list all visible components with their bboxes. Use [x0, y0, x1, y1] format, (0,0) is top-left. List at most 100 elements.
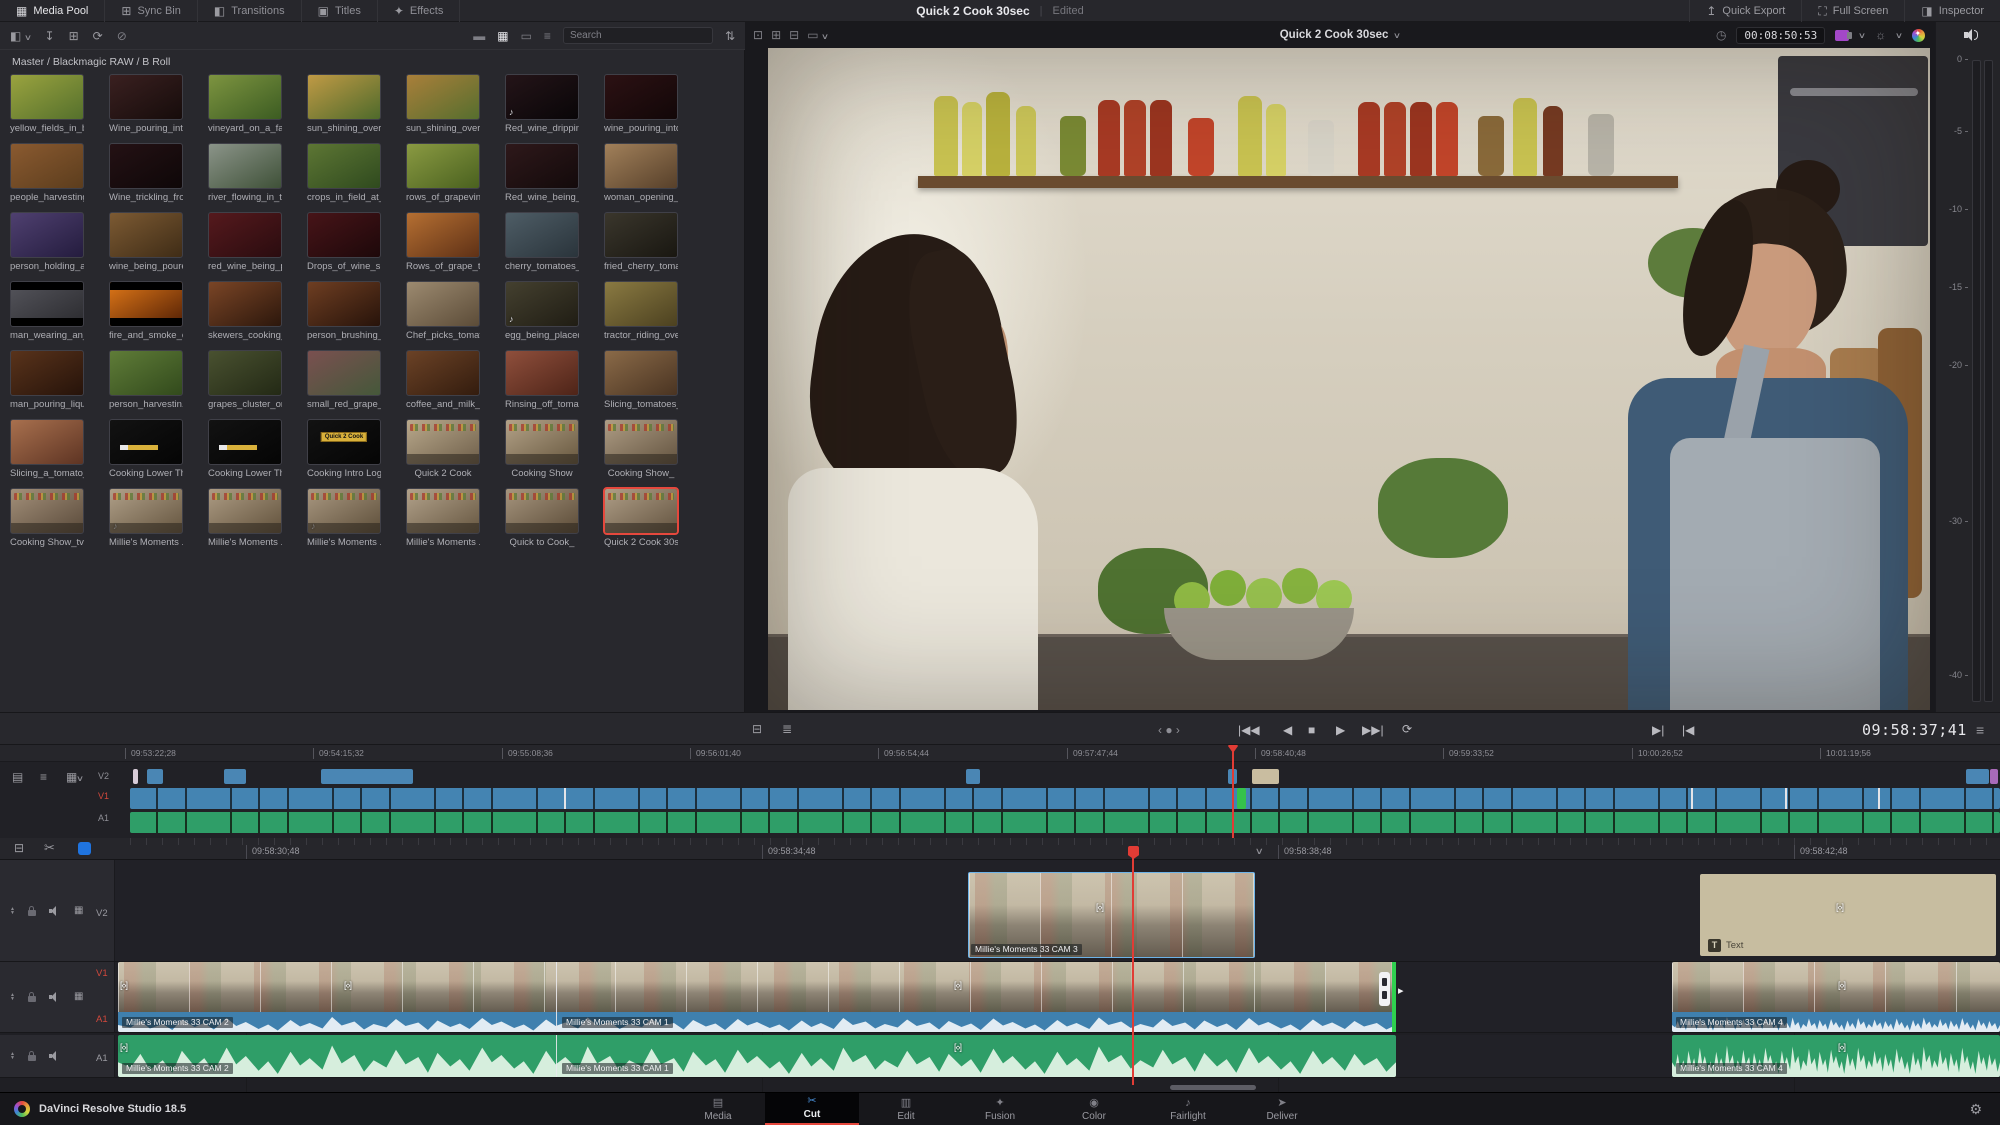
mini-track-v1[interactable] — [130, 788, 2000, 809]
media-clip-thumbnail[interactable] — [109, 74, 183, 120]
media-clip[interactable]: cherry_tomatoes_... — [505, 212, 579, 272]
media-clip[interactable]: sun_shining_over_... — [307, 74, 381, 134]
viewer-mode-dropdown[interactable]: ▭ ∨ — [807, 29, 828, 41]
page-tab[interactable]: ✦ Fusion — [953, 1093, 1047, 1125]
timeline-clip-v1-cam4[interactable]: Millie's Moments 33 CAM 4 — [1672, 962, 2000, 1032]
media-clip-thumbnail[interactable] — [604, 74, 678, 120]
media-clip[interactable]: tractor_riding_ove... — [604, 281, 678, 341]
media-clip[interactable]: Cooking Show_tvc — [10, 488, 84, 548]
media-clip-thumbnail[interactable] — [109, 281, 183, 327]
filmstrip-view-icon[interactable]: ▭ — [521, 30, 532, 42]
media-clip[interactable]: Millie's Moments ... — [208, 488, 282, 548]
page-tab[interactable]: ➤ Deliver — [1235, 1093, 1329, 1125]
page-tab[interactable]: ▤ Media — [671, 1093, 765, 1125]
media-clip-thumbnail[interactable] — [10, 488, 84, 534]
media-clip[interactable]: wine_pouring_into... — [604, 74, 678, 134]
mini-playhead-marker[interactable] — [1228, 745, 1238, 752]
retime-marker-icon[interactable]: [‹›] — [344, 980, 351, 990]
timeline-detail-area[interactable]: ▲▼ ▦ V2 ▲▼ ▦ V1 A1 ▲▼ A1 — [0, 860, 2000, 1092]
media-clip-thumbnail[interactable] — [10, 212, 84, 258]
media-clip[interactable]: Quick 2 Cook 30sec — [604, 488, 678, 548]
play-button[interactable]: ▶ — [1336, 723, 1345, 737]
timeline-tools-icon[interactable]: ≣ — [782, 723, 792, 735]
media-clip[interactable]: ♪ Red_wine_drippin... — [505, 74, 579, 134]
media-clip-thumbnail[interactable] — [307, 74, 381, 120]
media-clip-thumbnail[interactable] — [10, 143, 84, 189]
media-clip[interactable]: Cooking Show_ — [604, 419, 678, 479]
media-clip[interactable]: ♪ Millie's Moments ... — [109, 488, 183, 548]
magic-enhance-icon[interactable] — [1912, 29, 1925, 42]
media-clip-thumbnail[interactable] — [505, 488, 579, 534]
media-clip-thumbnail[interactable] — [208, 419, 282, 465]
chevron-down-icon[interactable]: ∨ — [1895, 31, 1903, 40]
media-clip-thumbnail[interactable] — [505, 419, 579, 465]
media-clip[interactable]: grapes_cluster_on... — [208, 350, 282, 410]
media-clip[interactable]: river_flowing_in_t... — [208, 143, 282, 203]
clip-options-icon[interactable]: ▦∨ — [66, 771, 83, 783]
retime-marker-icon[interactable]: [‹›] — [120, 1042, 127, 1052]
media-clip[interactable]: person_holding_a... — [10, 212, 84, 272]
media-clip[interactable]: person_harvestin... — [109, 350, 183, 410]
loop-button[interactable]: ⟳ — [1402, 722, 1412, 736]
media-clip-thumbnail[interactable] — [307, 419, 381, 465]
media-clip[interactable]: fire_and_smoke_c... — [109, 281, 183, 341]
retime-marker-icon[interactable]: [‹›] — [954, 1042, 961, 1052]
media-clip-thumbnail[interactable] — [307, 281, 381, 327]
media-clip[interactable]: people_harvesting... — [10, 143, 84, 203]
media-clip[interactable]: man_wearing_an_... — [10, 281, 84, 341]
media-clip[interactable]: Millie's Moments ... — [406, 488, 480, 548]
media-clip-thumbnail[interactable] — [604, 143, 678, 189]
media-clip[interactable]: Cooking Intro Log... — [307, 419, 381, 479]
match-frame-button[interactable]: |◀ — [1682, 723, 1694, 737]
insert-clip-icon[interactable]: ⊟ — [752, 723, 762, 735]
media-clip-thumbnail[interactable]: ♪ — [505, 74, 579, 120]
media-clip-thumbnail[interactable] — [208, 350, 282, 396]
chevron-down-icon[interactable]: ∨ — [1858, 31, 1866, 40]
media-clip-thumbnail[interactable] — [307, 350, 381, 396]
viewer-video-frame[interactable] — [768, 48, 1930, 710]
page-tab[interactable]: ◉ Color — [1047, 1093, 1141, 1125]
track-lock-icon[interactable] — [28, 996, 36, 1002]
media-clip-thumbnail[interactable] — [604, 212, 678, 258]
snapping-toggle-icon[interactable] — [78, 842, 91, 855]
mini-clip[interactable] — [321, 769, 413, 784]
page-tab[interactable]: ✂ Cut — [765, 1093, 859, 1125]
track-header-v2[interactable]: ▲▼ ▦ V2 — [0, 860, 115, 962]
track-resize-icon[interactable]: ▲▼ — [10, 907, 15, 915]
media-clip-thumbnail[interactable] — [307, 143, 381, 189]
media-clip-thumbnail[interactable] — [208, 488, 282, 534]
track-resize-icon[interactable]: ▲▼ — [10, 993, 15, 1001]
media-clip[interactable]: woman_opening_... — [604, 143, 678, 203]
media-clip-thumbnail[interactable] — [604, 419, 678, 465]
media-clip-thumbnail[interactable] — [406, 281, 480, 327]
media-clip[interactable]: vineyard_on_a_far... — [208, 74, 282, 134]
media-clip[interactable]: fried_cherry_toma... — [604, 212, 678, 272]
media-clip-thumbnail[interactable] — [109, 350, 183, 396]
timeline-selector-dropdown[interactable]: Quick 2 Cook 30sec — [1280, 29, 1389, 41]
media-clip[interactable]: Slicing_a_tomato_... — [10, 419, 84, 479]
trim-handle[interactable] — [1379, 972, 1390, 1006]
track-header-a1[interactable]: ▲▼ A1 — [0, 1035, 115, 1078]
sync-clips-icon[interactable]: ⟳ — [93, 30, 103, 42]
media-clip-thumbnail[interactable] — [406, 488, 480, 534]
page-tab[interactable]: ♪ Fairlight — [1141, 1093, 1235, 1125]
media-clip-thumbnail[interactable] — [604, 350, 678, 396]
media-clip-thumbnail[interactable] — [109, 143, 183, 189]
media-clip[interactable]: sun_shining_over_... — [406, 74, 480, 134]
media-clip[interactable]: man_pouring_liqu... — [10, 350, 84, 410]
media-clip[interactable]: Quick 2 Cook — [406, 419, 480, 479]
topbar-action-button[interactable]: ↥ Quick Export — [1689, 0, 1801, 22]
media-clip-thumbnail[interactable] — [406, 419, 480, 465]
panel-toggle-tab[interactable]: ▦ Media Pool — [0, 0, 105, 22]
timeline-options-icon[interactable]: ▤ — [12, 771, 23, 783]
playhead[interactable] — [1132, 858, 1134, 1085]
media-clip-thumbnail[interactable] — [604, 281, 678, 327]
media-clip-thumbnail[interactable] — [604, 488, 678, 534]
topbar-action-button[interactable]: ⛶ Full Screen — [1801, 0, 1904, 22]
stop-button[interactable]: ■ — [1308, 723, 1315, 737]
import-media-icon[interactable]: ↧ — [45, 30, 55, 42]
media-clip-thumbnail[interactable] — [505, 350, 579, 396]
media-clip[interactable]: skewers_cooking_... — [208, 281, 282, 341]
mini-clip-highlighted[interactable] — [1237, 788, 1246, 809]
media-clip[interactable]: wine_being_poure... — [109, 212, 183, 272]
